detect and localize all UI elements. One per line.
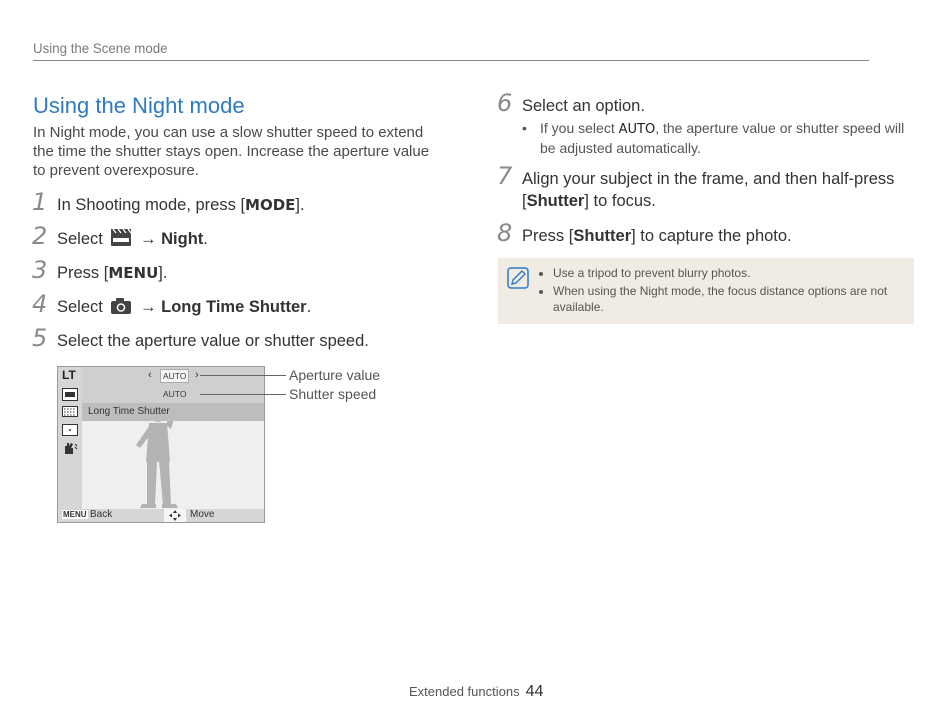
step-text: In Shooting mode, press [ [57, 196, 246, 214]
step-text: Align your subject in the frame, and the… [522, 170, 895, 188]
step-number: 4 [32, 290, 48, 318]
menu-key: MENU [108, 264, 159, 282]
shutter-key: Shutter [573, 227, 632, 245]
step-number: 8 [497, 219, 513, 247]
move-label: Move [190, 509, 215, 520]
shutter-callout: Shutter speed [289, 386, 377, 402]
step-text: Select the aperture value or shutter spe… [57, 332, 369, 350]
step-7: 7 Align your subject in the frame, and t… [497, 164, 902, 212]
step-text: ]. [158, 264, 168, 282]
step-number: 2 [32, 222, 48, 250]
back-label: Back [90, 509, 113, 520]
step-number: 6 [497, 89, 513, 117]
note-list: Use a tripod to prevent blurry photos. W… [538, 265, 898, 317]
shutter-key: Shutter [526, 192, 585, 210]
intro-paragraph: In Night mode, you can use a slow shutte… [33, 124, 430, 179]
sub-text: If you select [540, 120, 619, 136]
step-3: 3 Press [MENU]. [32, 258, 168, 284]
step-1: 1 In Shooting mode, press [MODE]. [32, 190, 305, 216]
note-box: Use a tripod to prevent blurry photos. W… [498, 258, 914, 324]
page-number: 44 [525, 683, 544, 700]
step-text: . [203, 230, 208, 248]
note-item: When using the Night mode, the focus dis… [553, 283, 898, 315]
step-text: Press [ [57, 264, 109, 282]
scene-mode-icon [110, 228, 132, 253]
step-text: Press [ [522, 227, 574, 245]
option-label: Long Time Shutter [88, 406, 170, 417]
step-text: . [306, 298, 312, 316]
step-text: Select [57, 230, 103, 248]
aperture-callout-line [200, 375, 286, 376]
step-6: 6 Select an option. [497, 91, 645, 117]
running-header: Using the Scene mode [33, 40, 869, 61]
page-footer: Extended functions 44 [409, 683, 543, 701]
auto-option: AUTO [618, 122, 656, 137]
bullet: • [522, 120, 527, 136]
step-5: 5 Select the aperture value or shutter s… [32, 326, 369, 352]
menu-button-icon: MENU [62, 510, 88, 519]
step-2: 2 Select → Night. [32, 224, 208, 253]
note-pencil-icon [507, 267, 529, 289]
step-text: ] to capture the photo. [631, 227, 792, 245]
stabilizer-hand-icon [65, 443, 78, 454]
step-text: ] to focus. [584, 192, 656, 210]
aperture-callout: Aperture value [289, 367, 381, 383]
step-number: 1 [32, 188, 48, 216]
arrow: → [140, 298, 157, 316]
step-8: 8 Press [Shutter] to capture the photo. [497, 221, 792, 247]
aperture-value-box: AUTO [160, 369, 190, 383]
footer-section: Extended functions [409, 684, 520, 699]
step-6-subnote: • If you select AUTO, the aperture value… [522, 119, 916, 158]
step-number: 7 [497, 162, 513, 190]
chevron-right-icon: › [195, 369, 199, 381]
quality-icon [62, 406, 78, 417]
shutter-callout-line [200, 394, 286, 395]
ev-icon [62, 424, 78, 436]
camera-icon [110, 297, 132, 321]
step-text: Select an option. [522, 97, 645, 115]
chevron-left-icon: ‹ [148, 369, 152, 381]
navigation-pad-icon [164, 509, 186, 522]
note-item: Use a tripod to prevent blurry photos. [553, 265, 898, 281]
step-text: Select [57, 298, 103, 316]
shutter-value-box: AUTO [163, 389, 187, 399]
step-text: ]. [295, 196, 305, 214]
mode-key: MODE [245, 196, 296, 214]
camera-screen-illustration: LT ‹ AUTO › AUTO Long Time Shutter MENU … [57, 366, 265, 523]
step-number: 3 [32, 256, 48, 284]
section-title: Using the Night mode [33, 93, 245, 118]
menu-target: Long Time Shutter [161, 298, 307, 316]
screen-bottom-bar: MENU Back Move [58, 509, 264, 522]
menu-target: Night [161, 230, 204, 248]
size-icon [62, 388, 78, 401]
step-number: 5 [32, 324, 48, 352]
long-time-icon: LT [62, 368, 76, 382]
step-4: 4 Select → Long Time Shutter. [32, 292, 312, 321]
arrow: → [140, 230, 157, 248]
